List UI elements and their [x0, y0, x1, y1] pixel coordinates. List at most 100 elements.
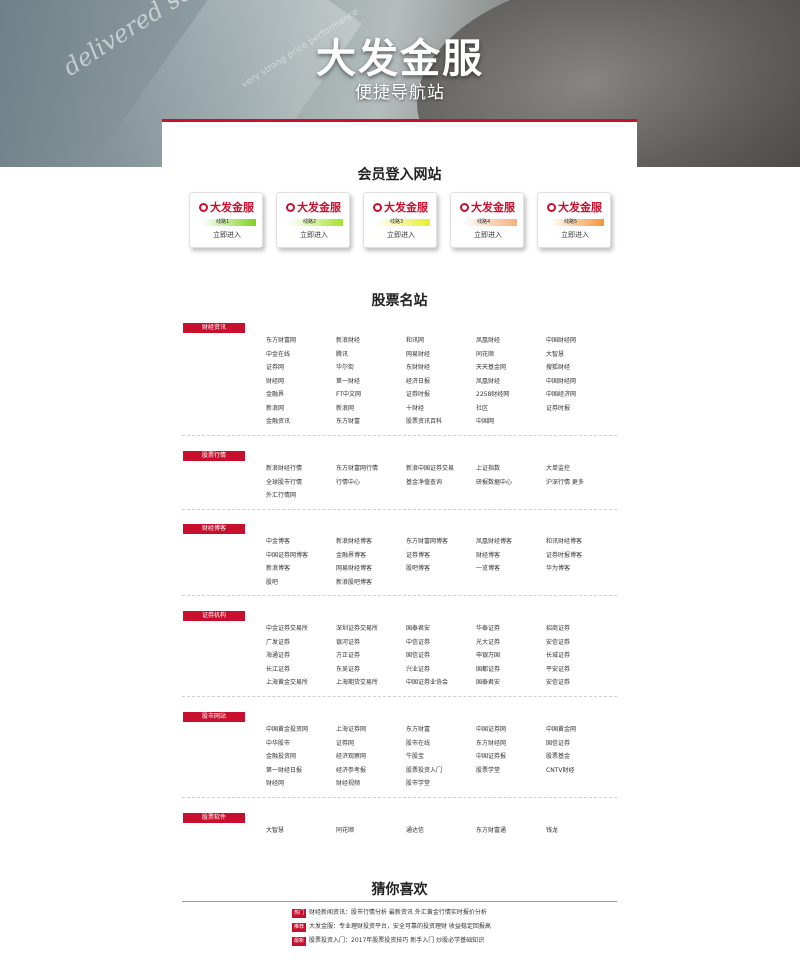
card-enter-link[interactable]: 立即进入	[364, 230, 438, 240]
site-link[interactable]: 新浪博客	[266, 565, 290, 573]
guess-item[interactable]: 推荐 大发金服：专业理财投资平台，安全可靠的投资理财 收益稳定回报高	[292, 922, 612, 936]
site-link[interactable]: 新浪财经博客	[336, 538, 372, 546]
site-link[interactable]: 金融界博客	[336, 552, 366, 560]
site-link[interactable]: 2258财经网	[476, 391, 509, 399]
site-link[interactable]: 新浪网	[266, 405, 284, 413]
site-link[interactable]: 兴业证券	[406, 666, 430, 674]
site-link[interactable]: CNTV财经	[546, 767, 574, 775]
site-link[interactable]: 安信证券	[546, 639, 570, 647]
site-link[interactable]: 中国财经网	[546, 337, 576, 345]
site-link[interactable]: 上海证券网	[336, 726, 366, 734]
site-link[interactable]: 中国证券网	[476, 726, 506, 734]
site-link[interactable]: 中国网	[476, 418, 494, 426]
site-link[interactable]: 中国证券网博客	[266, 552, 308, 560]
site-link[interactable]: 东吴证券	[336, 666, 360, 674]
site-link[interactable]: 平安证券	[546, 666, 570, 674]
site-link[interactable]: 中国黄金网	[546, 726, 576, 734]
site-link[interactable]: 广发证券	[266, 639, 290, 647]
site-link[interactable]: 深圳证券交易所	[336, 625, 378, 633]
site-link[interactable]: 凤凰财经	[476, 337, 500, 345]
site-link[interactable]: 和讯网	[406, 337, 424, 345]
login-card[interactable]: 大发金服 线路2 立即进入	[276, 192, 350, 248]
site-link[interactable]: 财经博客	[476, 552, 500, 560]
site-link[interactable]: 国泰君安	[406, 625, 430, 633]
site-link[interactable]: 国信证券	[546, 740, 570, 748]
site-link[interactable]: 中国财经网	[546, 378, 576, 386]
site-link[interactable]: 财经网	[266, 378, 284, 386]
login-card[interactable]: 大发金服 线路3 立即进入	[363, 192, 437, 248]
site-link[interactable]: 华为博客	[546, 565, 570, 573]
site-link[interactable]: 中国黄金投资网	[266, 726, 308, 734]
site-link[interactable]: 新浪财经	[336, 337, 360, 345]
site-link[interactable]: 股票投资入门	[406, 767, 442, 775]
site-link[interactable]: 银河证券	[336, 639, 360, 647]
site-link[interactable]: 和讯财经博客	[546, 538, 582, 546]
site-link[interactable]: 腾讯	[336, 351, 348, 359]
site-link[interactable]: 股市学堂	[406, 780, 430, 788]
site-link[interactable]: 光大证券	[476, 639, 500, 647]
site-link[interactable]: 网易财经博客	[336, 565, 372, 573]
login-card[interactable]: 大发金服 线路4 立即进入	[450, 192, 524, 248]
site-link[interactable]: FT中文网	[336, 391, 361, 399]
site-link[interactable]: 凤凰财经	[476, 378, 500, 386]
site-link[interactable]: 新浪网	[336, 405, 354, 413]
site-link[interactable]: 网易财经	[406, 351, 430, 359]
site-link[interactable]: 经济日报	[406, 378, 430, 386]
site-link[interactable]: 证券时报博客	[546, 552, 582, 560]
site-link[interactable]: 方正证券	[336, 652, 360, 660]
site-link[interactable]: 新浪股吧博客	[336, 579, 372, 587]
site-link[interactable]: 上海期货交易所	[336, 679, 378, 687]
site-link[interactable]: 证券博客	[406, 552, 430, 560]
site-link[interactable]: 中华股市	[266, 740, 290, 748]
site-link[interactable]: 全球股市行情	[266, 479, 302, 487]
site-link[interactable]: 中金博客	[266, 538, 290, 546]
site-link[interactable]: 中国经济网	[546, 391, 576, 399]
site-link[interactable]: 大单监控	[546, 465, 570, 473]
site-link[interactable]: 通达信	[406, 827, 424, 835]
site-link[interactable]: 招商证券	[546, 625, 570, 633]
site-link[interactable]: 中国证券报	[476, 753, 506, 761]
site-link[interactable]: 同花顺	[336, 827, 354, 835]
site-link[interactable]: 外汇行情网	[266, 492, 296, 500]
site-link[interactable]: 凤凰财经博客	[476, 538, 512, 546]
site-link[interactable]: 金融资讯	[266, 418, 290, 426]
site-link[interactable]: 搜狐财经	[546, 364, 570, 372]
site-link[interactable]: 第一财经	[336, 378, 360, 386]
site-link[interactable]: 上海黄金交易所	[266, 679, 308, 687]
site-link[interactable]: 安信证券	[546, 679, 570, 687]
site-link[interactable]: 新浪中国证券交易	[406, 465, 454, 473]
site-link[interactable]: 证券时报	[406, 391, 430, 399]
site-link[interactable]: 钱龙	[546, 827, 558, 835]
site-link[interactable]: 经济参考报	[336, 767, 366, 775]
site-link[interactable]: 海通证券	[266, 652, 290, 660]
login-card[interactable]: 大发金服 线路1 立即进入	[189, 192, 263, 248]
site-link[interactable]: 牛股宝	[406, 753, 424, 761]
site-link[interactable]: 第一财经日报	[266, 767, 302, 775]
card-enter-link[interactable]: 立即进入	[190, 230, 264, 240]
card-enter-link[interactable]: 立即进入	[277, 230, 351, 240]
site-link[interactable]: 东方财经网	[476, 740, 506, 748]
site-link[interactable]: 国泰君安	[476, 679, 500, 687]
site-link[interactable]: 华尔街	[336, 364, 354, 372]
card-enter-link[interactable]: 立即进入	[451, 230, 525, 240]
site-link[interactable]: 长城证券	[546, 652, 570, 660]
site-link[interactable]: 东方财富	[406, 726, 430, 734]
site-link[interactable]: 股票基金	[546, 753, 570, 761]
site-link[interactable]: 研报数据中心	[476, 479, 512, 487]
site-link[interactable]: 一览博客	[476, 565, 500, 573]
site-link[interactable]: 行情中心	[336, 479, 360, 487]
site-link[interactable]: 长江证券	[266, 666, 290, 674]
site-link[interactable]: 东财财经	[406, 364, 430, 372]
site-link[interactable]: 证券网	[266, 364, 284, 372]
site-link[interactable]: 同花顺	[476, 351, 494, 359]
site-link[interactable]: 金融界	[266, 391, 284, 399]
site-link[interactable]: 股票学堂	[476, 767, 500, 775]
guess-item[interactable]: 最新 股票投资入门：2017年股票投资技巧 新手入门 炒股必学基础知识	[292, 936, 612, 950]
site-link[interactable]: 申银万国	[476, 652, 500, 660]
site-link[interactable]: 社区	[476, 405, 488, 413]
site-link[interactable]: 股市在线	[406, 740, 430, 748]
site-link[interactable]: 东方财富	[336, 418, 360, 426]
site-link[interactable]: 东方财富网	[266, 337, 296, 345]
site-link[interactable]: 证券时报	[546, 405, 570, 413]
site-link[interactable]: 大智慧	[546, 351, 564, 359]
